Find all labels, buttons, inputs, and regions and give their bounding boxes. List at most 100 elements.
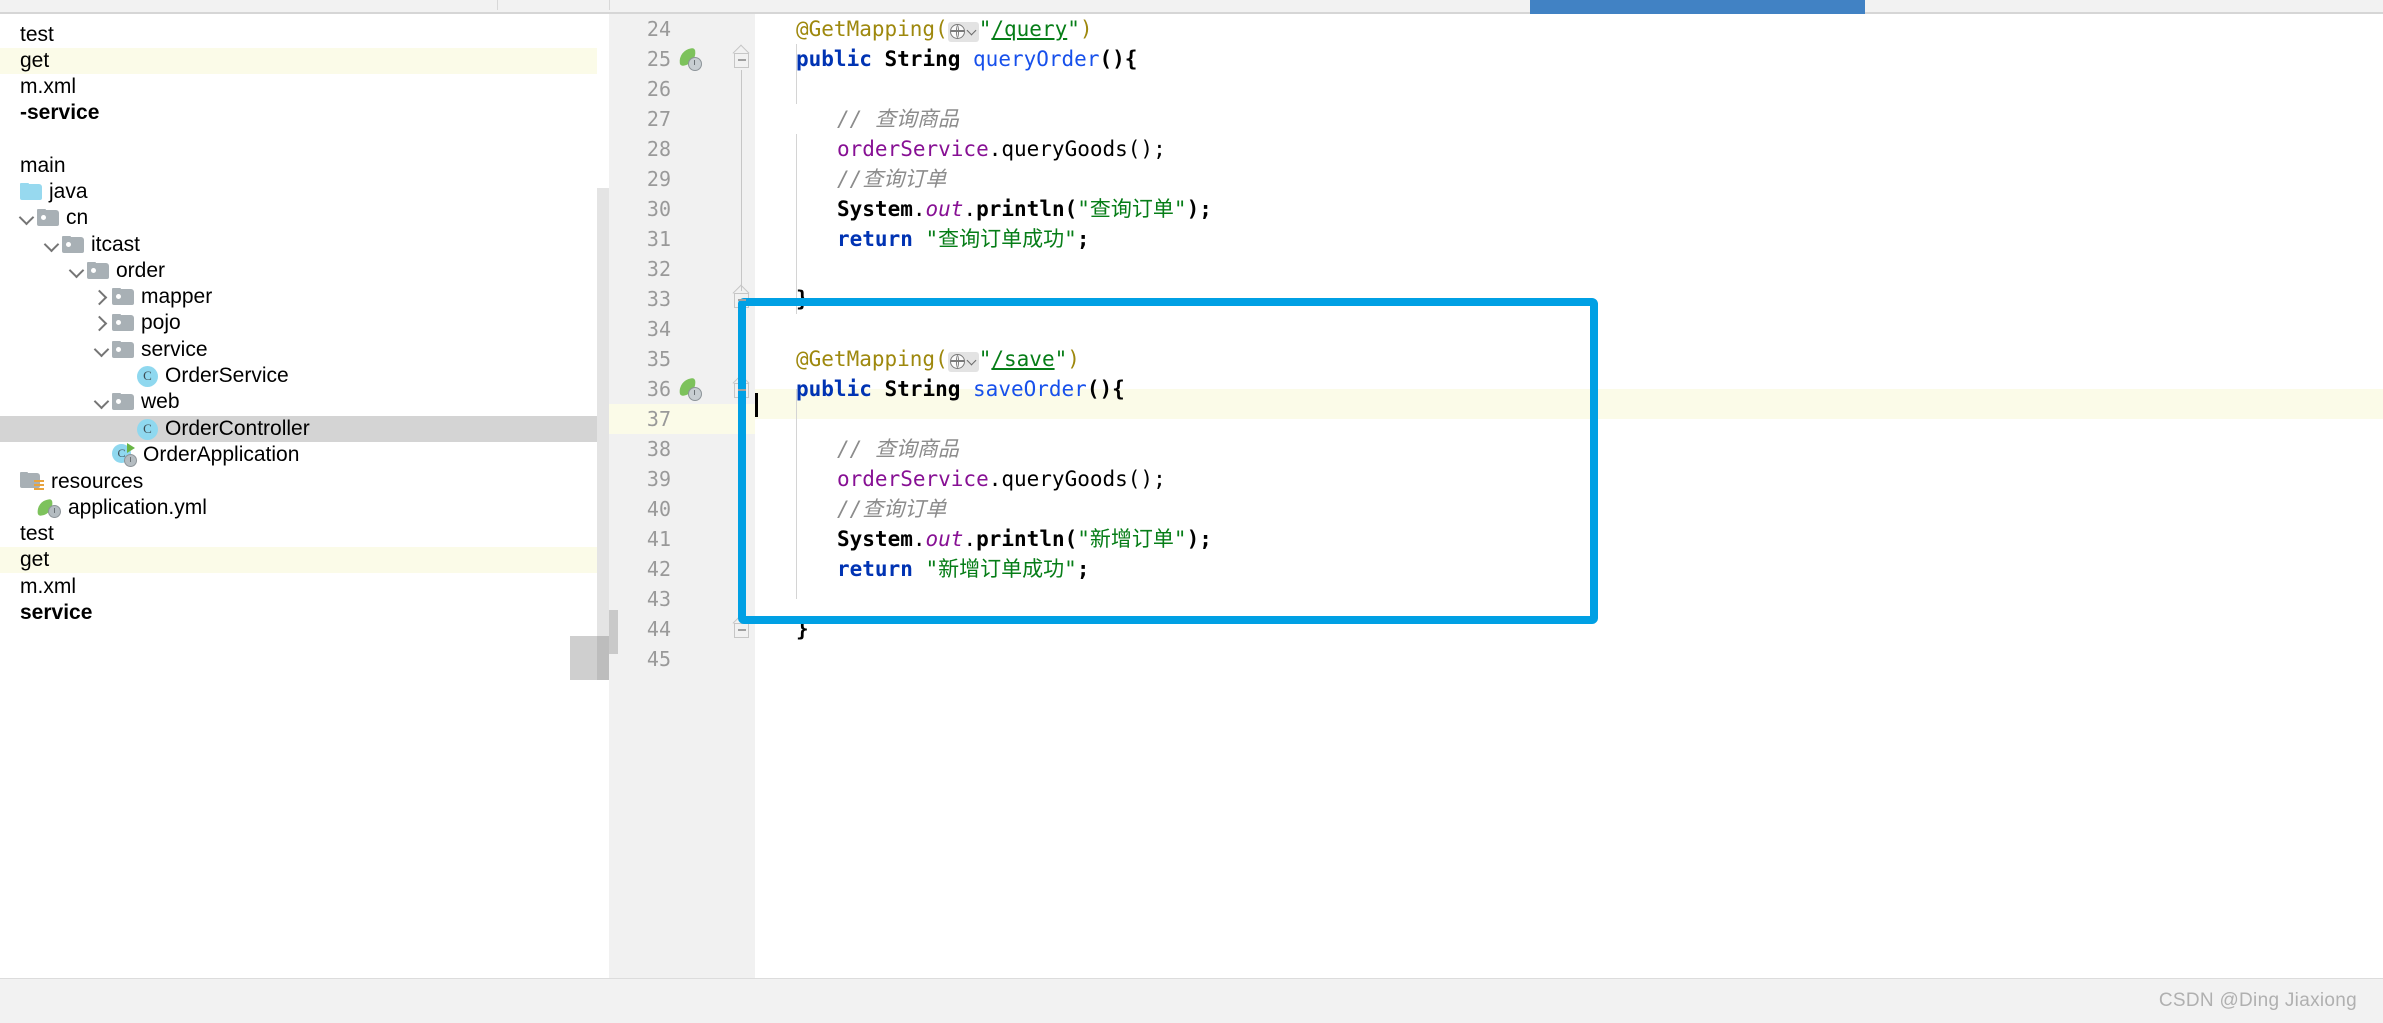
code-line-27[interactable]: // 查询商品 [755, 104, 2383, 134]
chevron-right-icon[interactable] [92, 313, 112, 333]
code-text-area[interactable]: @GetMapping("/query") public String query… [755, 14, 2383, 978]
tree-item-get[interactable]: get [0, 547, 597, 573]
tree-item-resources[interactable]: resources [0, 469, 597, 495]
code-line-29[interactable]: //查询订单 [755, 164, 2383, 194]
tree-chevron-spacer [0, 156, 20, 176]
tree-chevron-spacer [0, 472, 20, 492]
code-editor[interactable]: 24 25 26 27 28 29 30 31 32 33 34 35 36 37 38 39 40 41 42 43… [609, 14, 2383, 978]
url-globe-icon[interactable] [947, 21, 979, 42]
tree-item-service[interactable]: service [0, 600, 597, 626]
tree-item-order[interactable]: order [0, 258, 597, 284]
java-class-icon: C [137, 418, 158, 440]
code-line-24[interactable]: @GetMapping("/query") [755, 14, 2383, 44]
folder-icon [87, 262, 109, 280]
code-line-42[interactable]: return "新增订单成功"; [755, 554, 2383, 584]
tree-item-label: OrderApplication [143, 443, 300, 466]
tree-item-m-xml[interactable]: m.xml [0, 574, 597, 600]
tree-item-java[interactable]: java [0, 179, 597, 205]
sidebar-scrollbar-thumb[interactable] [597, 188, 609, 636]
folder-icon [112, 314, 134, 332]
tree-item-label: m.xml [20, 75, 76, 98]
tree-item-main[interactable]: main [0, 153, 597, 179]
tree-item-itcast[interactable]: itcast [0, 232, 597, 258]
tree-item-label: resources [51, 470, 144, 493]
tree-item-cn[interactable]: cn [0, 205, 597, 231]
code-line-31[interactable]: return "查询订单成功"; [755, 224, 2383, 254]
active-tab-indicator [1530, 0, 1865, 14]
run-method-icon[interactable] [677, 47, 702, 71]
code-line-30[interactable]: System.out.println("查询订单"); [755, 194, 2383, 224]
tree-chevron-spacer [117, 419, 137, 439]
code-line-36[interactable]: public String saveOrder(){ [755, 374, 2383, 404]
tree-item-label: web [141, 390, 180, 413]
line-number: 34 [646, 317, 671, 341]
chevron-down-icon[interactable] [92, 340, 112, 360]
code-line-40[interactable]: //查询订单 [755, 494, 2383, 524]
tree-item-web[interactable]: web [0, 389, 597, 415]
line-number: 26 [646, 77, 671, 101]
folder-icon [112, 341, 134, 359]
sidebar-scroll-nub[interactable] [570, 636, 597, 680]
tree-item-application-yml[interactable]: application.yml [0, 495, 597, 521]
tree-item-pojo[interactable]: pojo [0, 310, 597, 336]
tree-item-label: service [20, 601, 93, 624]
line-number: 35 [646, 347, 671, 371]
chevron-down-icon[interactable] [42, 235, 62, 255]
tree-item-label: service [141, 338, 208, 361]
tree-item-service[interactable]: service [0, 337, 597, 363]
tree-item-label: main [20, 154, 66, 177]
line-number: 27 [646, 107, 671, 131]
tree-item-orderservice[interactable]: C OrderService [0, 363, 597, 389]
tree-chevron-spacer [0, 25, 20, 45]
code-line-28[interactable]: orderService.queryGoods(); [755, 134, 2383, 164]
fold-marker-icon[interactable] [732, 374, 751, 400]
tree-item-label: pojo [141, 311, 181, 334]
code-line-39[interactable]: orderService.queryGoods(); [755, 464, 2383, 494]
line-number: 40 [646, 497, 671, 521]
tree-chevron-spacer [0, 577, 20, 597]
tree-item-service[interactable]: -service [0, 100, 597, 126]
fold-marker-icon[interactable] [732, 284, 751, 310]
code-line-35[interactable]: @GetMapping("/save") [755, 344, 2383, 374]
folder-icon [37, 209, 59, 227]
tree-item-test[interactable]: test [0, 521, 597, 547]
tree-chevron-spacer [0, 77, 20, 97]
tree-chevron-spacer [0, 103, 20, 123]
sidebar-scrollbar-thumb-active[interactable] [597, 636, 609, 680]
chevron-right-icon[interactable] [92, 287, 112, 307]
url-globe-icon[interactable] [947, 351, 979, 372]
status-bar: CSDN @Ding Jiaxiong [0, 978, 2383, 1023]
tree-item-label: test [20, 522, 54, 545]
tree-item-get[interactable]: get [0, 48, 597, 74]
fold-marker-icon[interactable] [732, 44, 751, 70]
run-method-icon[interactable] [677, 377, 702, 401]
tree-item-mapper[interactable]: mapper [0, 284, 597, 310]
code-line-44[interactable]: } [755, 614, 2383, 644]
tree-item-m-xml[interactable]: m.xml [0, 74, 597, 100]
code-line-33[interactable]: } [755, 284, 2383, 314]
code-line-41[interactable]: System.out.println("新增订单"); [755, 524, 2383, 554]
code-line-25[interactable]: public String queryOrder(){ [755, 44, 2383, 74]
fold-marker-icon[interactable] [732, 614, 751, 640]
source-folder-icon [20, 183, 42, 201]
resources-folder-icon [20, 472, 44, 492]
tree-item-label: -service [20, 101, 100, 124]
editor-tab-strip[interactable] [0, 0, 2383, 14]
code-line-38[interactable]: // 查询商品 [755, 434, 2383, 464]
tree-item-test[interactable]: test [0, 22, 597, 48]
spring-boot-application-icon: C [112, 443, 137, 467]
line-number: 30 [646, 197, 671, 221]
tree-chevron-spacer [0, 182, 20, 202]
line-number: 29 [646, 167, 671, 191]
line-number: 37 [609, 404, 755, 434]
tree-item-ordercontroller[interactable]: C OrderController [0, 416, 597, 442]
tree-chevron-spacer [0, 51, 20, 71]
tab-divider [497, 0, 498, 10]
watermark-text: CSDN @Ding Jiaxiong [2158, 990, 2357, 1011]
project-tree-panel[interactable]: test get m.xml -service main java cn itcast orde… [0, 14, 597, 978]
chevron-down-icon[interactable] [92, 392, 112, 412]
chevron-down-icon[interactable] [67, 261, 87, 281]
chevron-down-icon[interactable] [17, 208, 37, 228]
tree-item-orderapplication[interactable]: C OrderApplication [0, 442, 597, 468]
tree-chevron-spacer [0, 603, 20, 623]
